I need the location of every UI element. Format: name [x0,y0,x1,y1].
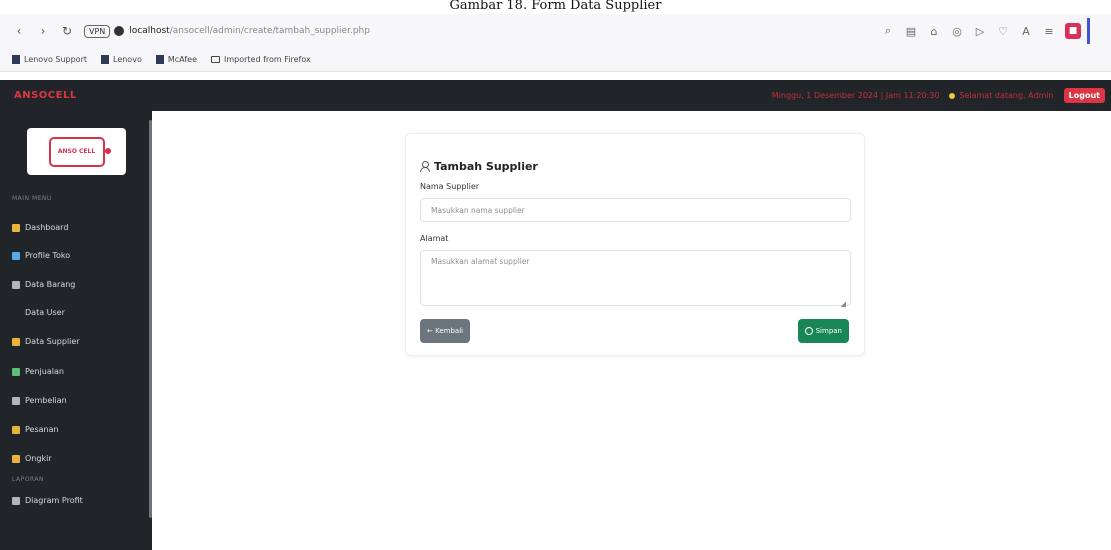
site-info-icon[interactable] [114,26,125,36]
resize-handle-icon[interactable]: ◢ [841,300,846,308]
sidebar-item-pesanan[interactable]: Pesanan [12,425,59,434]
phone-logo-icon: ANSO CELL [48,136,111,167]
sidebar-section-report: LAPORAN [12,476,44,483]
dashboard-icon [12,223,20,232]
sidebar: ANSO CELL MAIN MENU Dashboard Profile To… [0,111,152,550]
bookmark-lenovo-support[interactable]: Lenovo Support [12,55,87,64]
order-icon [12,425,20,434]
person-add-icon [420,161,430,172]
url-path: /ansocell/admin/create/tambah_supplier.p… [169,26,370,36]
site-badge[interactable]: VPN [84,24,111,38]
play-icon[interactable]: ▷ [973,24,987,38]
bookmark-label: McAfee [167,55,197,64]
profile-icon[interactable] [1087,18,1109,44]
address-textarea[interactable] [420,250,851,306]
reader-icon[interactable]: ▤ [904,24,918,38]
extension-icon[interactable]: ■ [1065,23,1081,39]
user-status-icon [949,92,956,99]
extensions-bar: ⌕ ▤ ⌂ ◎ ▷ ♡ A ≡ ■ [881,14,1081,48]
sidebar-item-profile-toko[interactable]: Profile Toko [12,251,70,260]
sidebar-item-label: Pesanan [25,425,59,434]
sidebar-item-label: Pembelian [25,396,67,405]
purchase-icon [12,396,20,405]
shield-icon[interactable]: ◎ [950,24,964,38]
sidebar-item-label: Ongkir [25,454,52,463]
brand-logo[interactable]: ANSOCELL [14,90,77,101]
sales-icon [12,367,20,376]
back-button[interactable]: ← Kembali [420,319,471,343]
sidebar-item-label: Dashboard [25,223,69,232]
bookmark-lenovo[interactable]: Lenovo [101,55,142,64]
url-host: localhost [129,26,170,36]
app-navbar: ANSOCELL Minggu, 1 Desember 2024 | Jam 1… [0,80,1111,111]
figure-caption: Gambar 18. Form Data Supplier [449,0,662,13]
sidebar-item-diagram-profit[interactable]: Diagram Profit [12,496,83,505]
shipping-icon [12,454,20,463]
bookmark-imported-firefox[interactable]: Imported from Firefox [211,55,311,64]
sidebar-item-data-supplier[interactable]: Data Supplier [12,337,80,346]
sidebar-item-penjualan[interactable]: Penjualan [12,367,64,376]
address-bar[interactable]: VPN localhost /ansocell/admin/create/tam… [84,20,844,42]
bookmark-label: Lenovo [113,55,142,64]
supplier-name-label: Nama Supplier [420,182,480,191]
sidebar-item-pembelian[interactable]: Pembelian [12,396,67,405]
search-icon[interactable]: ⌕ [881,24,895,38]
reload-icon[interactable]: ↻ [58,22,76,40]
sidebar-item-label: Diagram Profit [25,496,83,505]
logout-button[interactable]: Logout [1063,88,1105,103]
sidebar-item-data-barang[interactable]: Data Barang [12,280,75,289]
sidebar-scrollbar[interactable] [149,120,152,518]
supplier-name-input[interactable] [420,198,851,222]
bookmark-label: Lenovo Support [24,55,87,64]
address-label: Alamat [420,234,449,243]
bookmark-label: Imported from Firefox [224,55,311,64]
home-icon[interactable]: ⌂ [927,24,941,38]
datetime-text: Minggu, 1 Desember 2024 | Jam 11:20:30 [771,91,940,100]
sidebar-item-data-user[interactable]: Data User [12,308,65,317]
sidebar-section-main: MAIN MENU [12,195,52,202]
sidebar-item-ongkir[interactable]: Ongkir [12,454,52,463]
list-icon [12,280,20,289]
sidebar-item-label: Data Barang [25,280,76,289]
sidebar-item-label: Profile Toko [25,251,71,260]
logo-text: ANSO CELL [57,148,96,155]
user-name: Selamat datang, Admin [959,91,1054,100]
sidebar-item-dashboard[interactable]: Dashboard [12,223,68,232]
bookmark-mcafee[interactable]: McAfee [155,55,197,64]
menu-icon[interactable]: ≡ [1042,24,1056,38]
back-button-label: ← Kembali [427,327,464,335]
user-info: Selamat datang, Admin [949,91,1054,100]
truck-icon [12,337,20,346]
sidebar-item-label: Data User [25,308,65,317]
chart-icon [12,496,20,505]
user-icon [12,309,20,317]
font-icon[interactable]: A [1019,24,1033,38]
forward-arrow-icon[interactable]: › [34,22,52,40]
heart-icon[interactable]: ♡ [996,24,1010,38]
store-logo: ANSO CELL [27,128,126,175]
save-button[interactable]: Simpan [797,319,849,343]
folder-icon [211,56,220,63]
sidebar-item-label: Data Supplier [25,337,80,346]
supplier-form-card: Tambah Supplier Nama Supplier Alamat ◢ ←… [405,133,865,356]
form-title: Tambah Supplier [420,160,538,173]
save-icon [804,327,813,335]
bookmark-icon [155,55,164,64]
store-icon [12,251,20,260]
sidebar-item-label: Penjualan [25,367,64,376]
back-arrow-icon[interactable]: ‹ [10,22,28,40]
navbar-right: Minggu, 1 Desember 2024 | Jam 11:20:30 S… [772,80,1105,111]
bookmark-icon [12,55,20,64]
bookmarks-bar: Lenovo Support Lenovo McAfee Imported fr… [0,48,1111,72]
form-title-text: Tambah Supplier [434,160,538,173]
save-button-label: Simpan [815,327,842,335]
browser-toolbar: ‹ › ↻ VPN localhost /ansocell/admin/crea… [0,14,1111,48]
bookmark-icon [101,55,109,64]
